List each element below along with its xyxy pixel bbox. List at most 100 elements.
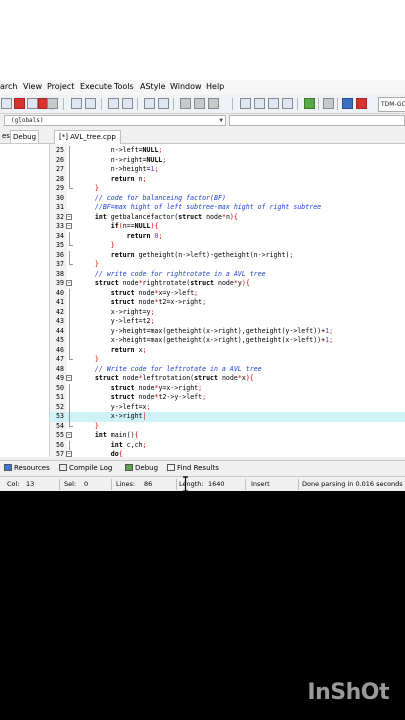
code-text: do{ [110, 450, 123, 457]
check-syntax-icon[interactable] [304, 98, 315, 109]
indent-icon[interactable] [144, 98, 155, 109]
find-icon[interactable] [1, 98, 12, 109]
code-line[interactable]: 30 // code for balanceing factor(BF) [50, 194, 405, 204]
code-line[interactable]: 39− struct node*rightrotate(struct node*… [50, 279, 405, 289]
chart-icon[interactable] [342, 98, 353, 109]
fold-guide [68, 250, 70, 260]
code-line[interactable]: 35 } [50, 241, 405, 251]
menu-help[interactable]: Help [206, 82, 224, 91]
toggle-bookmark-icon[interactable] [208, 98, 219, 109]
line-number: 34 [56, 231, 64, 240]
tabs-row: es Debug [*] AVL_tree.cpp [0, 129, 405, 144]
tab-resources[interactable]: Resources [4, 463, 50, 474]
code-line[interactable]: 26 n->right=NULL; [50, 155, 405, 165]
compile-run-icon[interactable] [268, 98, 279, 109]
code-line[interactable]: 49− struct node*leftrotation(struct node… [50, 374, 405, 384]
menu-view[interactable]: View [23, 82, 42, 91]
code-line[interactable]: 56 int c,ch; [50, 440, 405, 450]
redo-icon[interactable] [85, 98, 96, 109]
goto-icon[interactable] [180, 98, 191, 109]
code-line[interactable]: 41 struct node*t2=x->right; [50, 298, 405, 308]
code-line[interactable]: 45 x->height=max(getheight(x->right),get… [50, 336, 405, 346]
line-number: 40 [56, 288, 64, 297]
code-line[interactable]: 48 // Write code for leftrotate in a AVL… [50, 365, 405, 375]
scope-select[interactable]: (globals) ▼ [4, 115, 226, 126]
code-line[interactable]: 50 struct node*y=x->right; [50, 383, 405, 393]
print-icon[interactable] [47, 98, 58, 109]
chevron-down-icon: ▼ [219, 117, 223, 124]
fold-toggle-icon[interactable]: − [66, 375, 72, 381]
stop-icon[interactable] [323, 98, 334, 109]
line-number: 42 [56, 307, 64, 316]
run-icon[interactable] [254, 98, 265, 109]
fold-toggle-icon[interactable]: − [66, 451, 72, 457]
rebuild-icon[interactable] [282, 98, 293, 109]
code-text: //BF=max hight of left subtree-max hight… [79, 203, 322, 211]
code-editor[interactable]: 25 n->left=NULL; 26 n->right=NULL; 27 n->h… [50, 144, 405, 457]
code-text: struct node*x=y->left; [110, 288, 199, 297]
menu-tools[interactable]: Tools [114, 82, 134, 91]
code-text: return getheight(n->left)-getheight(n->r… [110, 250, 294, 259]
code-line[interactable]: 38 // write code for rightrotate in a AV… [50, 270, 405, 280]
code-line[interactable]: 54 } [50, 421, 405, 432]
compiler-select[interactable]: TDM-GCC [378, 97, 405, 112]
find-text-icon[interactable] [108, 98, 119, 109]
code-line[interactable]: 27 n->height=1; [50, 165, 405, 175]
code-line[interactable]: 43 y->left=t2; [50, 317, 405, 327]
status-sel: 0 [84, 480, 89, 488]
replace-icon[interactable] [122, 98, 133, 109]
code-text: int getbalancefactor(struct node*n){ [79, 212, 238, 221]
current-code-line[interactable]: 53 x->right| [50, 412, 405, 422]
menu-project[interactable]: Project [47, 82, 74, 91]
bookmark-icon[interactable] [194, 98, 205, 109]
code-line[interactable]: 42 x->right=y; [50, 307, 405, 317]
code-line[interactable]: 36 return getheight(n->left)-getheight(n… [50, 250, 405, 260]
code-line[interactable]: 44 y->height=max(getheight(x->right),get… [50, 326, 405, 336]
tab-compile-log[interactable]: Compile Log [59, 463, 112, 474]
code-line[interactable]: 46 return x; [50, 345, 405, 355]
fold-end-guide [68, 421, 73, 427]
profile-icon[interactable] [356, 98, 367, 109]
tab-debug[interactable]: Debug [10, 130, 40, 143]
fold-toggle-icon[interactable]: − [66, 280, 72, 286]
status-bar: Col: 13 Sel: 0 Lines: 86 Length: 1640 In… [0, 476, 405, 491]
code-line[interactable]: 51 struct node*t2->y->left; [50, 393, 405, 403]
code-line[interactable]: 40 struct node*x=y->left; [50, 288, 405, 298]
code-line[interactable]: 29 } [50, 184, 405, 194]
line-number: 43 [56, 317, 64, 325]
save-all-icon[interactable] [27, 98, 38, 109]
code-line[interactable]: 25 n->left=NULL; [50, 146, 405, 156]
symbol-select[interactable] [229, 115, 405, 126]
code-line[interactable]: 31 //BF=max hight of left subtree-max hi… [50, 203, 405, 213]
code-line[interactable]: 47 } [50, 355, 405, 365]
code-text: } [94, 421, 99, 430]
undo-icon[interactable] [71, 98, 82, 109]
code-text: n->left=NULL; [79, 146, 163, 154]
code-line[interactable]: 52 y->left=x; [50, 402, 405, 412]
code-line[interactable]: 57− do{ [50, 450, 405, 457]
menu-search[interactable]: arch [0, 82, 17, 91]
menu-astyle[interactable]: AStyle [140, 82, 166, 91]
code-line[interactable]: 34 return 0; [50, 231, 405, 241]
save-icon[interactable] [14, 98, 25, 109]
code-text: // write code for rightrotate in a AVL t… [79, 269, 266, 278]
code-text: struct node*t2=x->right; [110, 298, 207, 306]
code-line[interactable]: 32− int getbalancefactor(struct node*n){ [50, 213, 405, 223]
file-tab-avl-tree[interactable]: [*] AVL_tree.cpp [54, 130, 121, 144]
code-line[interactable]: 28 return n; [50, 174, 405, 184]
code-line[interactable]: 33− if(n==NULL){ [50, 222, 405, 232]
menu-window[interactable]: Window [170, 82, 202, 91]
menu-execute[interactable]: Execute [80, 82, 112, 91]
code-line[interactable]: 37 } [50, 260, 405, 270]
line-number: 28 [56, 174, 64, 183]
status-lines: 86 [144, 480, 153, 488]
compile-icon[interactable] [240, 98, 251, 109]
fold-toggle-icon[interactable]: − [66, 432, 72, 438]
tab-debug-output[interactable]: Debug [125, 463, 158, 474]
fold-toggle-icon[interactable]: − [66, 223, 72, 229]
tab-find-results[interactable]: Find Results [167, 463, 219, 474]
code-line[interactable]: 55− int main(){ [50, 431, 405, 441]
unindent-icon[interactable] [158, 98, 169, 109]
fold-toggle-icon[interactable]: − [66, 213, 72, 220]
line-number: 48 [56, 364, 64, 373]
